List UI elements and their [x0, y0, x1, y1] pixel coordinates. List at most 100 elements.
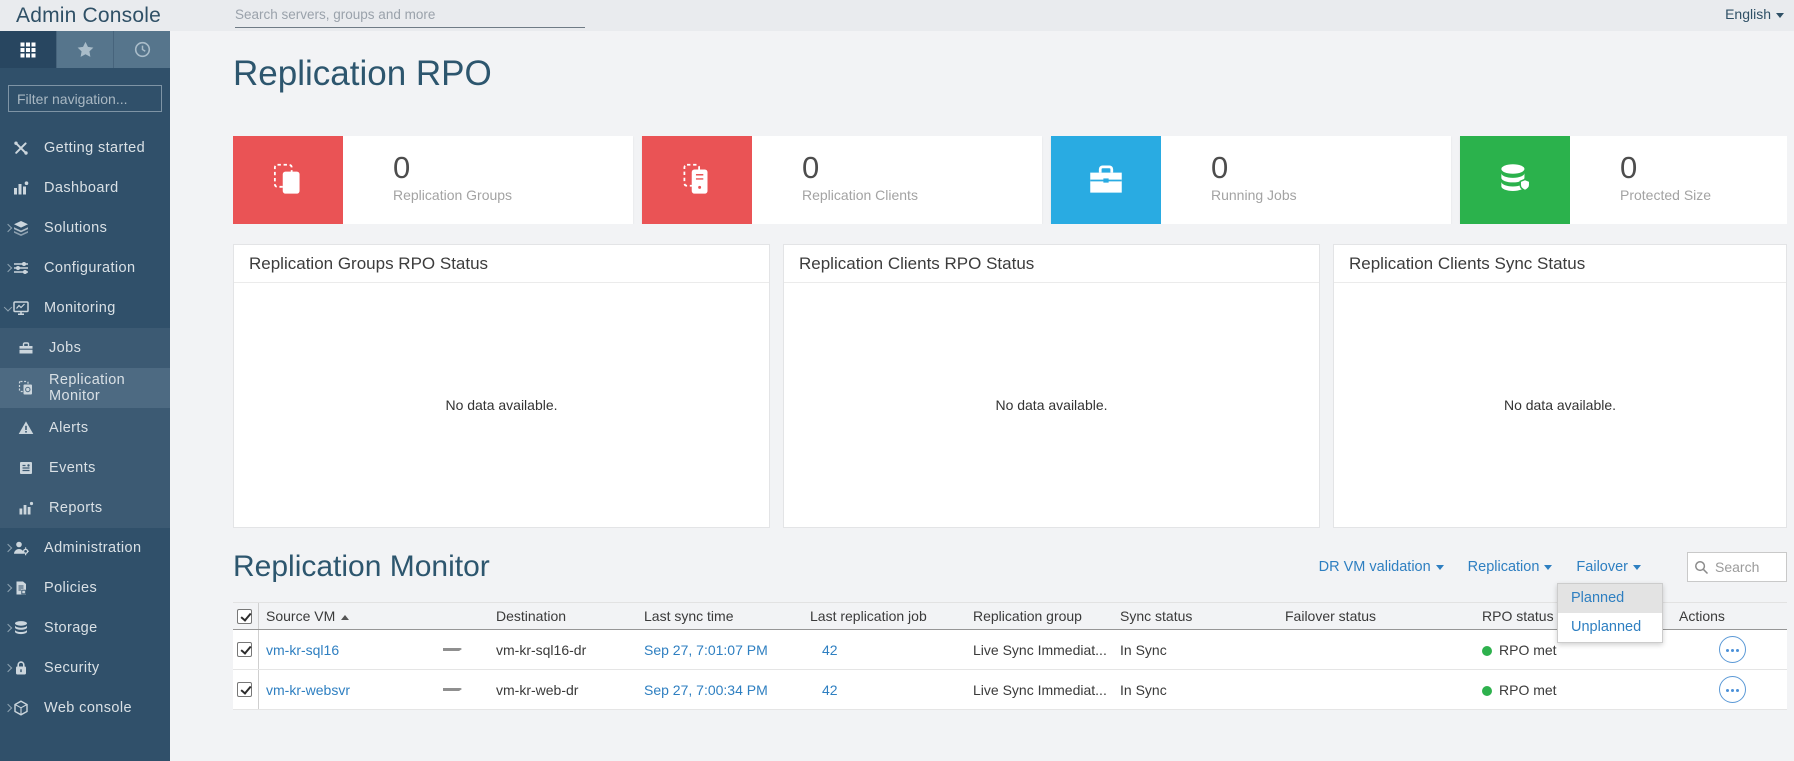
stat-value: 0: [1620, 150, 1638, 185]
menu-dr-vm-validation[interactable]: DR VM validation: [1319, 559, 1444, 575]
chevron-down-icon: [1776, 12, 1784, 18]
last-replication-job-link[interactable]: 42: [822, 682, 838, 698]
dashboard-icon: [13, 180, 31, 196]
stat-card-protected-size[interactable]: 0 Protected Size: [1460, 136, 1787, 224]
sidebar-item-label: Policies: [44, 580, 98, 596]
menu-replication[interactable]: Replication: [1468, 559, 1553, 575]
replication-monitor-table: Source VM Destination Last sync time Las…: [233, 602, 1787, 710]
chevron-right-icon: [3, 263, 13, 273]
column-header-replication-group[interactable]: Replication group: [971, 608, 1118, 624]
alerts-warning-icon: [18, 420, 36, 436]
sidebar-item-administration[interactable]: Administration: [0, 528, 170, 568]
stat-card-replication-clients[interactable]: 0 Replication Clients: [642, 136, 1042, 224]
panel-title: Replication Groups RPO Status: [234, 245, 769, 283]
panel-empty-text: No data available.: [995, 397, 1108, 413]
chevron-down-icon: [1544, 564, 1553, 570]
security-lock-icon: [13, 660, 31, 676]
sidebar-nav: Getting started Dashboard Solutions Conf…: [0, 128, 170, 728]
sidebar-item-label: Configuration: [44, 260, 136, 276]
chevron-right-icon: [3, 663, 13, 673]
sidebar-item-replication-monitor[interactable]: Replication Monitor: [0, 368, 170, 408]
source-vm-link[interactable]: vm-kr-websvr: [266, 682, 350, 698]
sidebar-item-alerts[interactable]: Alerts: [0, 408, 170, 448]
global-search-input[interactable]: [235, 2, 585, 28]
column-header-failover-status[interactable]: Failover status: [1283, 608, 1480, 624]
source-vm-link[interactable]: vm-kr-sql16: [266, 642, 339, 658]
replication-groups-icon: [233, 136, 343, 224]
last-sync-time-link[interactable]: Sep 27, 7:01:07 PM: [644, 642, 768, 658]
failover-option-planned[interactable]: Planned: [1558, 584, 1662, 613]
panel-replication-clients-rpo-status: Replication Clients RPO Status No data a…: [783, 244, 1320, 528]
sidebar-item-policies[interactable]: Policies: [0, 568, 170, 608]
last-replication-job-link[interactable]: 42: [822, 642, 838, 658]
column-header-destination[interactable]: Destination: [494, 608, 642, 624]
column-header-source-vm[interactable]: Source VM: [259, 608, 404, 624]
stat-card-replication-groups[interactable]: 0 Replication Groups: [233, 136, 633, 224]
sidebar-item-label: Events: [49, 460, 96, 476]
stat-cards-row: 0 Replication Groups 0 Replication Clien…: [233, 136, 1787, 224]
column-header-last-replication-job[interactable]: Last replication job: [808, 608, 971, 624]
last-sync-time-link[interactable]: Sep 27, 7:00:34 PM: [644, 682, 768, 698]
tab-recent[interactable]: [114, 31, 170, 68]
destination-cell: vm-kr-sql16-dr: [496, 641, 587, 658]
apps-grid-icon: [20, 42, 36, 57]
sidebar-item-reports[interactable]: Reports: [0, 488, 170, 528]
protected-size-database-icon: [1460, 136, 1570, 224]
sidebar-item-getting-started[interactable]: Getting started: [0, 128, 170, 168]
sidebar: Getting started Dashboard Solutions Conf…: [0, 31, 170, 761]
rpo-status-cell: RPO met: [1480, 642, 1677, 658]
sidebar-item-jobs[interactable]: Jobs: [0, 328, 170, 368]
arrow-right-icon: [442, 688, 462, 691]
sidebar-tabs: [0, 31, 170, 68]
row-checkbox[interactable]: [237, 642, 252, 657]
tab-all-navigation[interactable]: [0, 31, 57, 68]
sidebar-item-solutions[interactable]: Solutions: [0, 208, 170, 248]
sidebar-item-security[interactable]: Security: [0, 648, 170, 688]
chevron-right-icon: [3, 703, 13, 713]
panel-empty-text: No data available.: [1503, 397, 1617, 413]
sidebar-item-label: Security: [44, 660, 100, 676]
destination-cell: vm-kr-web-dr: [496, 681, 579, 698]
sync-status-cell: In Sync: [1120, 681, 1167, 698]
sidebar-item-label: Reports: [49, 500, 103, 516]
reports-icon: [18, 500, 36, 516]
column-header-last-sync-time[interactable]: Last sync time: [642, 608, 808, 624]
tab-favorites[interactable]: [57, 31, 114, 68]
sidebar-item-configuration[interactable]: Configuration: [0, 248, 170, 288]
row-actions-ellipsis-button[interactable]: [1718, 636, 1746, 663]
replication-monitor-icon: [18, 380, 36, 396]
panel-title: Replication Clients Sync Status: [1334, 245, 1786, 283]
search-icon: [1695, 560, 1709, 574]
sidebar-item-label: Administration: [44, 540, 142, 556]
sidebar-item-monitoring[interactable]: Monitoring: [0, 288, 170, 328]
failover-dropdown-menu: Planned Unplanned: [1557, 583, 1663, 643]
monitor-search-box[interactable]: [1687, 552, 1787, 582]
column-header-sync-status[interactable]: Sync status: [1118, 608, 1283, 624]
row-checkbox[interactable]: [237, 682, 252, 697]
rpo-met-status-dot: [1482, 685, 1492, 696]
topbar: Admin Console English: [0, 0, 1794, 31]
sidebar-item-web-console[interactable]: Web console: [0, 688, 170, 728]
sidebar-item-label: Replication Monitor: [49, 372, 126, 404]
admin-console-screen: { "colors": { "sidebar_bg": "#30506a", "…: [0, 0, 1794, 761]
getting-started-icon: [13, 140, 31, 156]
sidebar-item-storage[interactable]: Storage: [0, 608, 170, 648]
sidebar-item-dashboard[interactable]: Dashboard: [0, 168, 170, 208]
panel-title: Replication Clients RPO Status: [784, 245, 1319, 283]
chevron-down-icon: [1633, 564, 1641, 570]
sidebar-item-label: Web console: [44, 700, 132, 716]
failover-option-unplanned[interactable]: Unplanned: [1558, 613, 1662, 642]
events-log-icon: [18, 460, 36, 476]
stat-value: 0: [393, 150, 411, 185]
sidebar-item-events[interactable]: Events: [0, 448, 170, 488]
monitor-search-input[interactable]: [1715, 559, 1779, 575]
row-actions-ellipsis-button[interactable]: [1718, 676, 1746, 703]
menu-failover[interactable]: Failover: [1576, 559, 1641, 575]
select-all-checkbox[interactable]: [237, 608, 252, 624]
status-panels-row: Replication Groups RPO Status No data av…: [233, 244, 1787, 528]
nav-filter-input[interactable]: [8, 85, 162, 112]
configuration-icon: [13, 260, 31, 276]
sort-ascending-icon: [341, 614, 350, 620]
language-selector[interactable]: English: [1725, 6, 1784, 22]
stat-card-running-jobs[interactable]: 0 Running Jobs: [1051, 136, 1451, 224]
